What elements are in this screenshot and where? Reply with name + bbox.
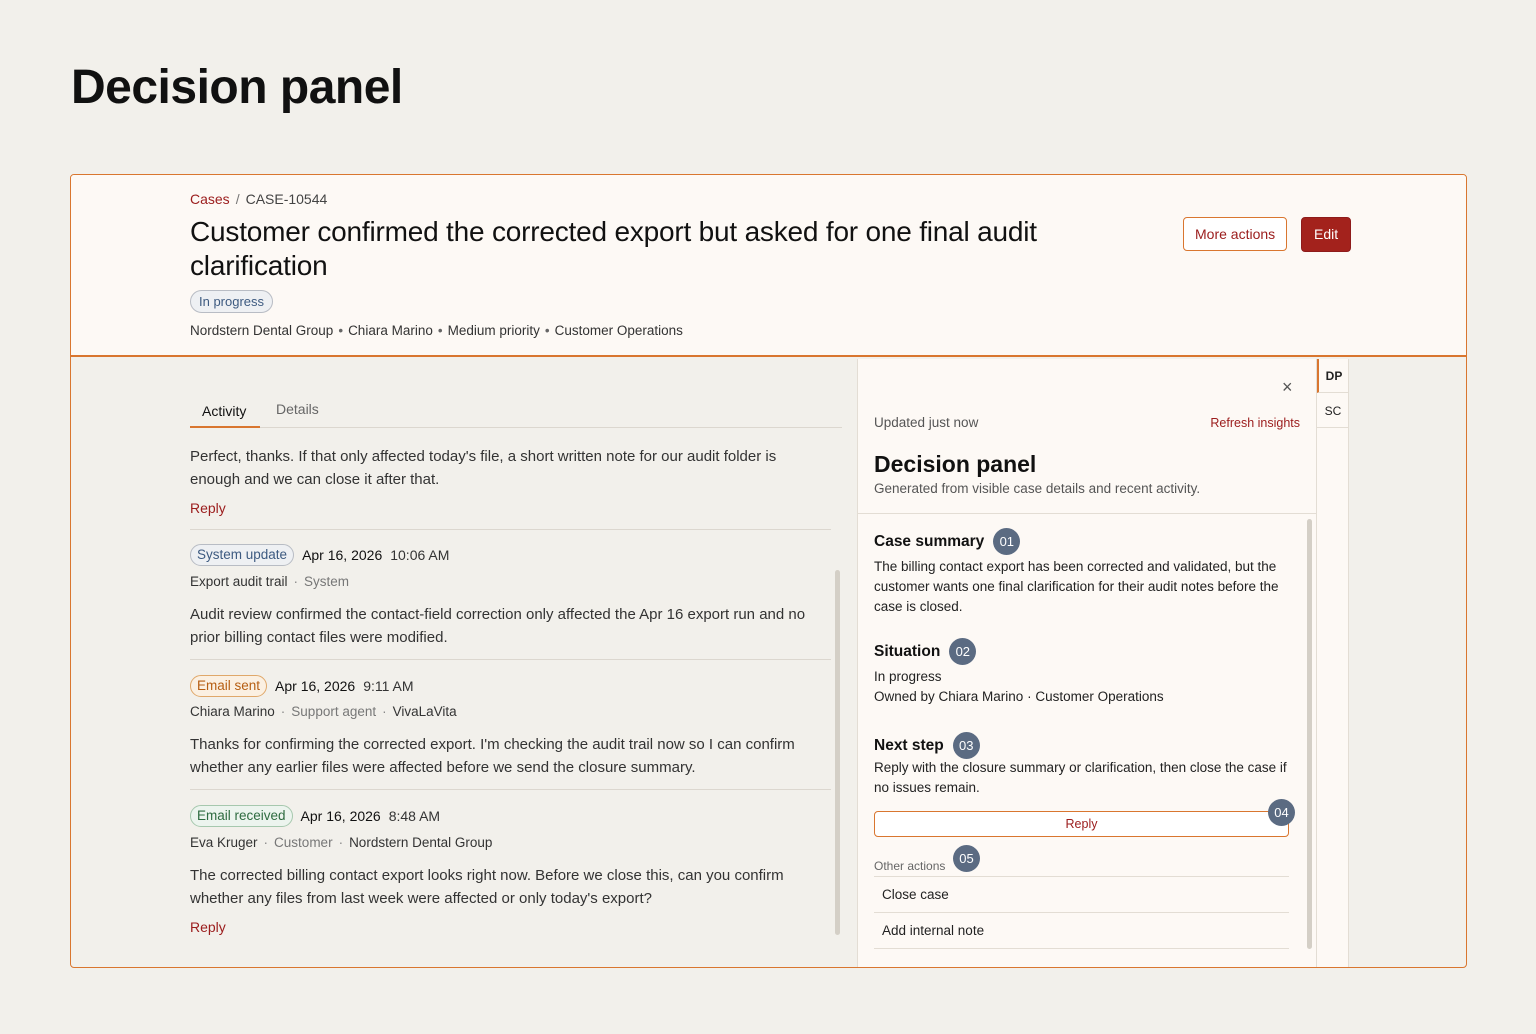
tab-details[interactable]: Details	[276, 401, 319, 417]
situation-header: Situation 02	[874, 638, 977, 665]
step-badge: 01	[993, 528, 1021, 555]
activity-tabs: Activity Details	[190, 393, 842, 428]
entry-type-badge: System update	[190, 544, 295, 566]
situation-title: Situation	[874, 642, 941, 660]
add-internal-note-action[interactable]: Add internal note	[874, 912, 1289, 948]
step-badge: 04	[1268, 799, 1295, 826]
entry-date: Apr 16, 2026	[275, 678, 356, 694]
situation-status: In progress	[874, 669, 942, 684]
decision-panel: × Updated just now Refresh insights Deci…	[857, 359, 1316, 967]
case-title: Customer confirmed the corrected export …	[190, 216, 1037, 281]
next-step-title: Next step	[874, 736, 944, 754]
entry-role: Customer	[274, 835, 333, 850]
more-actions-button[interactable]: More actions	[1183, 217, 1288, 251]
close-icon[interactable]: ×	[1282, 377, 1293, 398]
step-badge: 05	[953, 845, 980, 872]
meta-owner: Chiara Marino	[348, 323, 433, 338]
entry-header: System update Apr 16, 2026 10:06 AM	[190, 544, 449, 566]
entry-author: Eva Kruger	[190, 835, 258, 850]
entry-meta: Eva Kruger · Customer · Nordstern Dental Gro…	[190, 835, 493, 850]
breadcrumb-cases-link[interactable]: Cases	[190, 191, 230, 207]
decision-panel-subtitle: Generated from visible case details and …	[874, 481, 1201, 496]
divider	[858, 513, 1316, 514]
entry-divider	[190, 529, 831, 530]
message-text: Audit review confirmed the contact-field…	[190, 606, 806, 646]
entry-header: Email received Apr 16, 2026 8:48 AM	[190, 805, 440, 827]
case-meta: Nordstern Dental Group • Chiara Marino • Med…	[190, 323, 683, 338]
message-text: Perfect, thanks. If that only affected t…	[190, 448, 777, 488]
entry-date: Apr 16, 2026	[300, 808, 381, 824]
divider	[157, 967, 1467, 968]
step-badge: 02	[949, 638, 977, 665]
other-actions-label: Other actions	[874, 859, 946, 873]
decision-panel-title: Decision panel	[874, 451, 1037, 477]
status-badge: In progress	[190, 290, 274, 313]
refresh-insights-link[interactable]: Refresh insights	[1210, 416, 1300, 430]
reply-link[interactable]: Reply	[190, 500, 226, 516]
breadcrumb-current: CASE-10544	[245, 191, 328, 207]
message-text: Thanks for confirming the corrected expo…	[190, 736, 795, 776]
reply-button[interactable]: Reply	[874, 811, 1289, 837]
case-summary-text: The billing contact export has been corr…	[874, 559, 1279, 614]
entry-org: Nordstern Dental Group	[349, 835, 493, 850]
step-badge: 03	[952, 732, 980, 759]
side-rail: DP SC	[1316, 359, 1349, 967]
entry-type-badge: Email sent	[190, 675, 268, 697]
edit-button[interactable]: Edit	[1301, 217, 1352, 252]
entry-meta: Chiara Marino · Support agent · VivaLaVita	[190, 704, 457, 719]
updated-status: Updated just now	[874, 415, 979, 430]
meta-priority: Medium priority	[447, 323, 540, 338]
divider	[874, 948, 1289, 949]
rail-item-sc[interactable]: SC	[1317, 394, 1349, 428]
entry-date: Apr 16, 2026	[302, 547, 383, 563]
case-frame: Cases / CASE-10544 Customer confirmed the …	[70, 174, 1467, 968]
entry-divider	[190, 789, 831, 790]
message-text: The corrected billing contact export loo…	[190, 867, 784, 907]
meta-company: Nordstern Dental Group	[190, 323, 334, 338]
entry-time: 10:06 AM	[390, 547, 450, 563]
entry-author: Chiara Marino	[190, 704, 275, 719]
entry-type-badge: Email received	[190, 805, 293, 827]
entry-org: VivaLaVita	[392, 704, 457, 719]
page-title: Decision panel	[71, 61, 403, 114]
case-summary-header: Case summary 01	[874, 528, 1021, 555]
next-step-text: Reply with the closure summary or clarif…	[874, 760, 1287, 795]
active-tab-indicator	[190, 426, 260, 428]
entry-meta: Export audit trail · System	[190, 574, 350, 589]
meta-team: Customer Operations	[554, 323, 683, 338]
entry-divider	[190, 659, 831, 660]
entry-header: Email sent Apr 16, 2026 9:11 AM	[190, 675, 414, 697]
case-header: Cases / CASE-10544 Customer confirmed the …	[71, 175, 1466, 357]
entry-time: 8:48 AM	[388, 808, 441, 824]
activity-scrollbar[interactable]	[835, 570, 840, 935]
entry-role: System	[304, 574, 350, 589]
entry-time: 9:11 AM	[363, 678, 414, 694]
rail-item-decision-panel[interactable]: DP	[1317, 359, 1349, 393]
reply-link[interactable]: Reply	[190, 919, 226, 935]
entry-role: Support agent	[291, 704, 377, 719]
panel-scrollbar[interactable]	[1307, 519, 1312, 949]
next-step-header: Next step 03	[874, 732, 980, 759]
case-summary-title: Case summary	[874, 532, 985, 550]
situation-owner: Owned by Chiara Marino · Customer Operat…	[874, 689, 1164, 704]
activity-feed: Perfect, thanks. If that only affected t…	[190, 437, 834, 937]
breadcrumb-separator: /	[235, 191, 240, 207]
tab-activity[interactable]: Activity	[202, 403, 246, 419]
entry-author: Export audit trail	[190, 574, 288, 589]
breadcrumb: Cases / CASE-10544	[190, 191, 327, 207]
close-case-action[interactable]: Close case	[874, 876, 1289, 912]
